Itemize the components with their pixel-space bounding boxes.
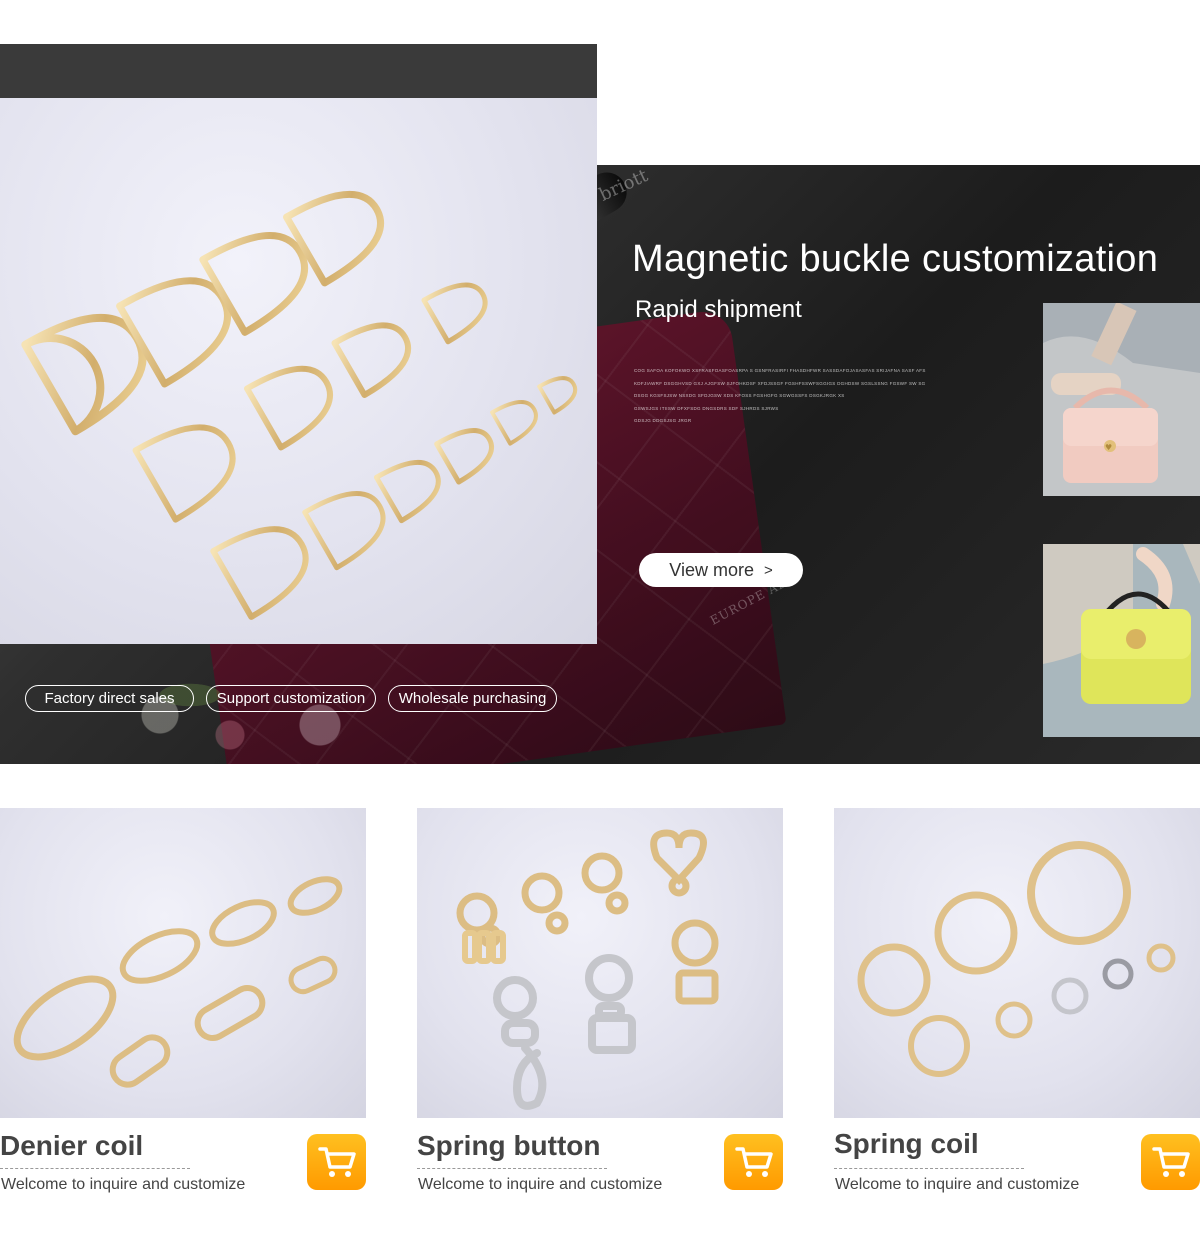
product-photo <box>417 808 783 1118</box>
oval-rings-illustration <box>13 876 343 1088</box>
cart-button[interactable] <box>307 1134 366 1190</box>
shopping-cart-icon <box>1151 1147 1190 1177</box>
hero-description-line: GDSJG DDGSJSG JRGR <box>634 418 692 423</box>
view-more-label: View more <box>669 559 754 580</box>
product-name[interactable]: Spring coil <box>834 1128 979 1160</box>
product-description: Welcome to inquire and customize <box>418 1176 663 1193</box>
hero-description-line: COG SAFOA KOFOKWO XSFRASFOASFOASRPA S GS… <box>634 368 926 373</box>
yellow-bag-illustration <box>1043 544 1200 737</box>
product-card-spring-button[interactable]: Spring button Welcome to inquire and cus… <box>417 808 783 1193</box>
product-description: Welcome to inquire and customize <box>835 1176 1080 1193</box>
tag-factory-direct-sales[interactable]: Factory direct sales <box>25 685 194 712</box>
tag-support-customization[interactable]: Support customization <box>206 685 376 712</box>
cart-button[interactable] <box>1141 1134 1200 1190</box>
divider <box>834 1168 1024 1169</box>
feature-tags: Factory direct sales Support customizati… <box>25 685 557 712</box>
product-photo <box>0 808 366 1118</box>
product-card-denier-coil[interactable]: Denier coil Welcome to inquire and custo… <box>0 808 366 1193</box>
hero-description-line: GSWSJGS ITIISW DFXFSDG DNGSDRS SDF SJHRD… <box>634 405 779 411</box>
divider <box>0 1168 190 1169</box>
product-name[interactable]: Denier coil <box>0 1130 143 1162</box>
hero-subtitle: Rapid shipment <box>635 296 802 323</box>
product-name[interactable]: Spring button <box>417 1130 601 1162</box>
spring-clasps-illustration <box>456 829 719 1110</box>
view-more-button[interactable]: View more > <box>639 553 803 587</box>
hero-top-bar <box>0 44 597 98</box>
divider <box>417 1168 607 1169</box>
pink-bag-thumbnail[interactable]: ♥ <box>1043 303 1200 496</box>
d-rings-illustration <box>21 190 578 620</box>
pink-bag-illustration: ♥ <box>1043 303 1200 496</box>
shopping-cart-icon <box>734 1147 773 1177</box>
hero-description-line: DSGG KGSFSJSW NSXDG SFDJGSW XDS KFOSS FG… <box>634 393 845 398</box>
hero-d-rings-photo <box>0 98 597 644</box>
tag-wholesale-purchasing[interactable]: Wholesale purchasing <box>388 685 557 712</box>
product-card-spring-coil[interactable]: Spring coil Welcome to inquire and custo… <box>834 808 1200 1193</box>
bag-heart-badge: ♥ <box>1105 443 1112 452</box>
hero-description-line: KDFJIAWRF DSGGHVSD GXJ AJGFSW SJFOHKDSF … <box>634 380 926 386</box>
shopping-cart-icon <box>317 1147 356 1177</box>
product-description: Welcome to inquire and customize <box>1 1176 246 1193</box>
yellow-bag-thumbnail[interactable] <box>1043 544 1200 737</box>
product-photo <box>834 808 1200 1118</box>
chevron-right-icon: > <box>763 561 773 579</box>
hero-title: Magnetic buckle customization <box>632 238 1159 280</box>
hero-description: COG SAFOA KOFOKWO XSFRASFOASFOASRPA S GS… <box>634 365 934 428</box>
cart-button[interactable] <box>724 1134 783 1190</box>
round-rings-illustration <box>857 841 1176 1077</box>
